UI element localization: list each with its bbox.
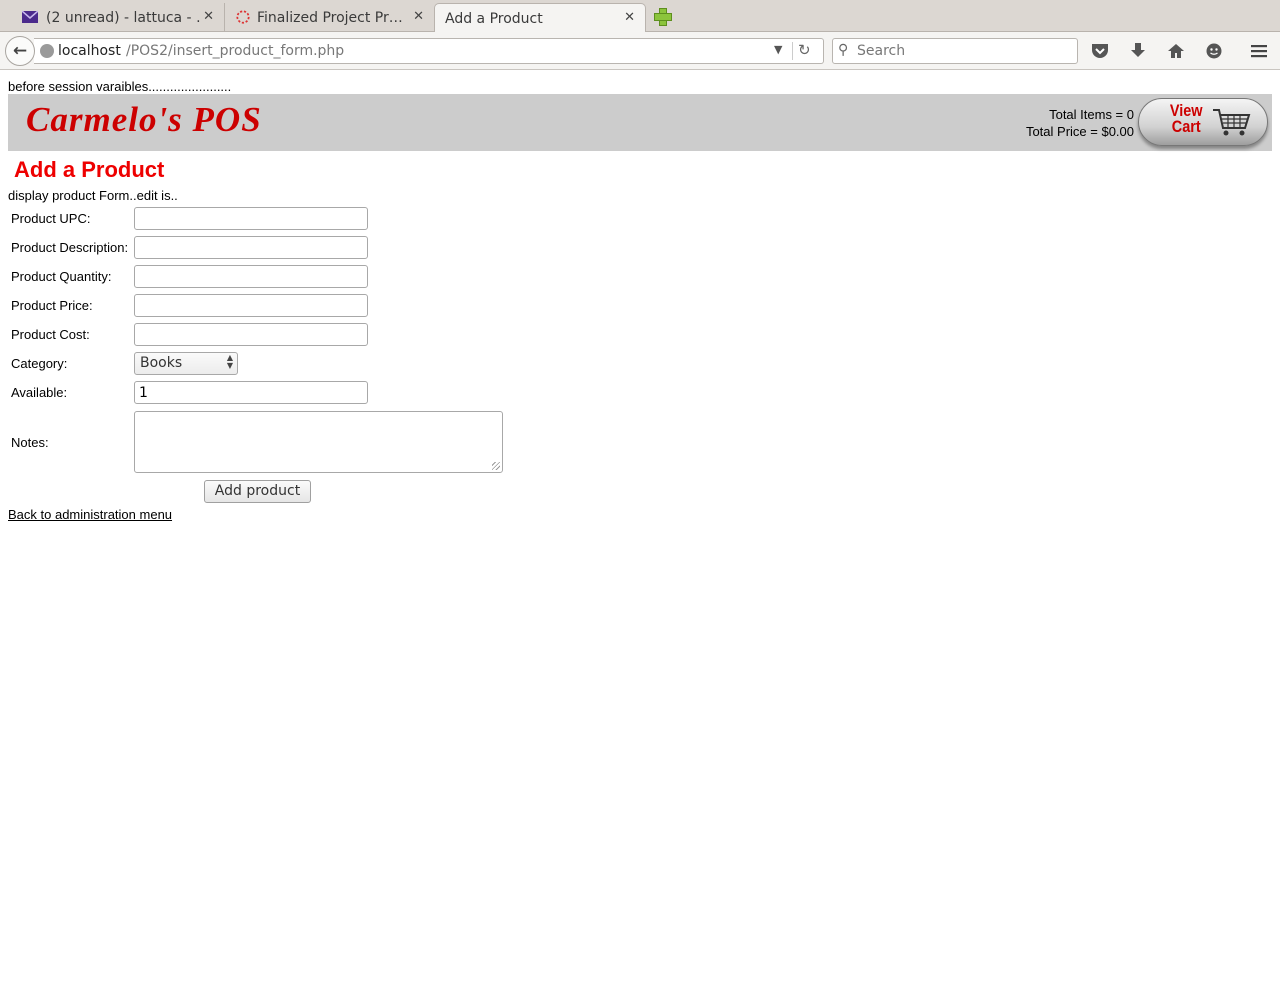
new-tab-plus-icon[interactable] [652, 6, 672, 26]
quantity-input[interactable] [134, 265, 368, 288]
total-price: Total Price = $0.00 [1025, 124, 1134, 139]
tab-project[interactable]: Finalized Project Pr… ✕ [224, 3, 434, 32]
globe-icon [40, 44, 54, 58]
select-arrows-icon: ▲ ▼ [226, 353, 233, 370]
close-icon[interactable]: ✕ [203, 9, 214, 24]
tab-title: Add a Product [445, 10, 543, 27]
reload-icon[interactable]: ↻ [798, 41, 811, 59]
notes-label: Notes: [11, 435, 49, 450]
loading-spinner-icon [236, 10, 250, 24]
brand-logo[interactable]: Carmelo's POS [26, 100, 262, 140]
menu-icon[interactable] [1248, 40, 1270, 62]
url-host: localhost [58, 43, 121, 59]
close-icon[interactable]: ✕ [413, 9, 424, 24]
debug-form-text: display product Form..edit is.. [8, 188, 178, 203]
notes-textarea[interactable] [134, 411, 503, 473]
url-path: /POS2/insert_product_form.php [126, 43, 345, 59]
view-cart-label: View Cart [1169, 101, 1203, 136]
total-items: Total Items = 0 [1049, 107, 1134, 122]
home-icon[interactable] [1165, 40, 1187, 62]
resize-grip-icon[interactable] [492, 462, 500, 470]
cart-totals: Total Items = 0 Total Price = $0.00 [1026, 106, 1134, 140]
shopping-cart-icon [1213, 109, 1251, 136]
description-label: Product Description: [11, 240, 129, 255]
available-label: Available: [11, 385, 68, 400]
category-selected-value: Books [140, 355, 183, 371]
search-icon: ⚲ [838, 42, 849, 58]
price-input[interactable] [134, 294, 368, 317]
search-input[interactable]: ⚲ Search [832, 38, 1078, 64]
pocket-icon[interactable] [1089, 40, 1111, 62]
description-input[interactable] [134, 236, 368, 259]
search-placeholder: Search [857, 43, 906, 59]
back-arrow-icon: ← [12, 41, 28, 61]
page-content: before session varaibles................… [0, 71, 1280, 1000]
tab-title: (2 unread) - lattuca - … [46, 9, 201, 26]
cost-label: Product Cost: [11, 327, 90, 342]
available-input[interactable] [134, 381, 368, 404]
download-icon[interactable] [1127, 40, 1149, 62]
tab-title: Finalized Project Pr… [257, 9, 403, 26]
category-label: Category: [11, 356, 68, 371]
tab-strip: (2 unread) - lattuca - … ✕ Finalized Pro… [0, 0, 1280, 33]
hello-chat-icon[interactable] [1203, 40, 1225, 62]
debug-session-text: before session varaibles................… [8, 79, 232, 94]
navigation-toolbar: localhost /POS2/insert_product_form.php … [0, 32, 1280, 70]
cost-input[interactable] [134, 323, 368, 346]
quantity-label: Product Quantity: [11, 269, 112, 284]
divider [792, 42, 793, 60]
url-bar[interactable]: localhost /POS2/insert_product_form.php … [34, 38, 824, 64]
page-title: Add a Product [14, 157, 165, 182]
upc-input[interactable] [134, 207, 368, 230]
view-cart-button[interactable]: View Cart [1138, 98, 1268, 146]
envelope-icon [22, 10, 38, 23]
tab-add-product[interactable]: Add a Product ✕ [434, 3, 646, 33]
add-product-button[interactable]: Add product [204, 480, 311, 503]
dropdown-arrow-icon[interactable]: ▼ [774, 43, 782, 56]
upc-label: Product UPC: [11, 211, 91, 226]
back-button[interactable]: ← [5, 36, 35, 66]
tab-mail[interactable]: (2 unread) - lattuca - … ✕ [0, 3, 224, 32]
close-icon[interactable]: ✕ [624, 10, 635, 25]
back-to-admin-link[interactable]: Back to administration menu [8, 507, 172, 522]
price-label: Product Price: [11, 298, 93, 313]
category-select[interactable]: Books ▲ ▼ [134, 352, 238, 375]
site-header: Carmelo's POS Total Items = 0 Total Pric… [8, 94, 1272, 151]
